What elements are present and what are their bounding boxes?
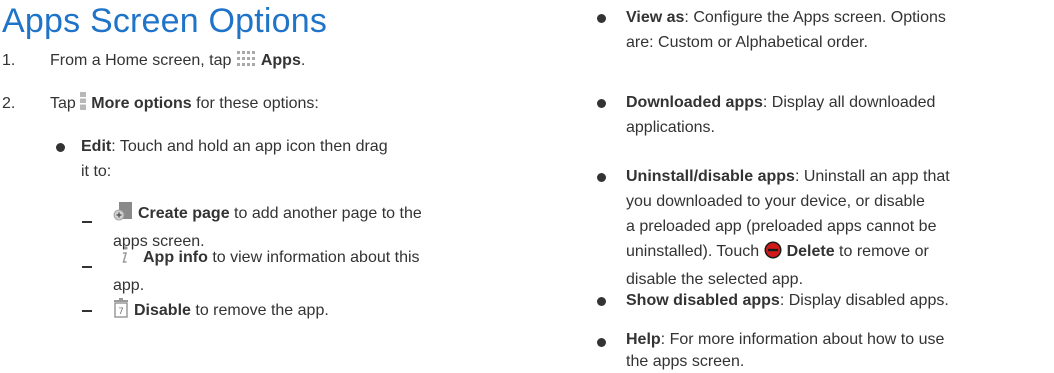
page-title: Apps Screen Options [2,2,328,40]
step-1: From a Home screen, tap Apps. [50,48,305,76]
downloaded-apps-option: Downloaded apps: Display all downloaded … [626,94,936,136]
bullet [597,297,606,306]
delete-icon [764,241,782,267]
info-icon [113,245,135,273]
svg-text:7: 7 [118,307,124,317]
show-disabled-apps-option: Show disabled apps: Display disabled app… [626,292,949,309]
bullet [56,143,65,152]
dash [82,310,92,312]
uninstall-disable-option: Uninstall/disable apps: Uninstall an app… [626,168,950,288]
dash [82,266,92,268]
bullet [597,14,606,23]
edit-option: Edit: Touch and hold an app icon then dr… [81,138,388,180]
help-option: Help: For more information about how to … [626,331,945,370]
disable-icon: 7 [113,298,129,326]
dash [82,221,92,223]
step-2: Tap More options for these options: [50,91,319,119]
more-options-icon [80,91,87,119]
view-as-option: View as: Configure the Apps screen. Opti… [626,9,946,51]
disable-option: 7 Disable to remove the app. [113,298,329,326]
apps-grid-icon [236,50,256,76]
bullet [597,99,606,108]
create-page-icon [113,201,133,229]
bullet [597,173,606,182]
app-info-option: App info to view information about this … [113,245,420,298]
step-1-number: 1. [2,52,16,69]
bullet [597,338,606,347]
step-2-number: 2. [2,95,16,112]
